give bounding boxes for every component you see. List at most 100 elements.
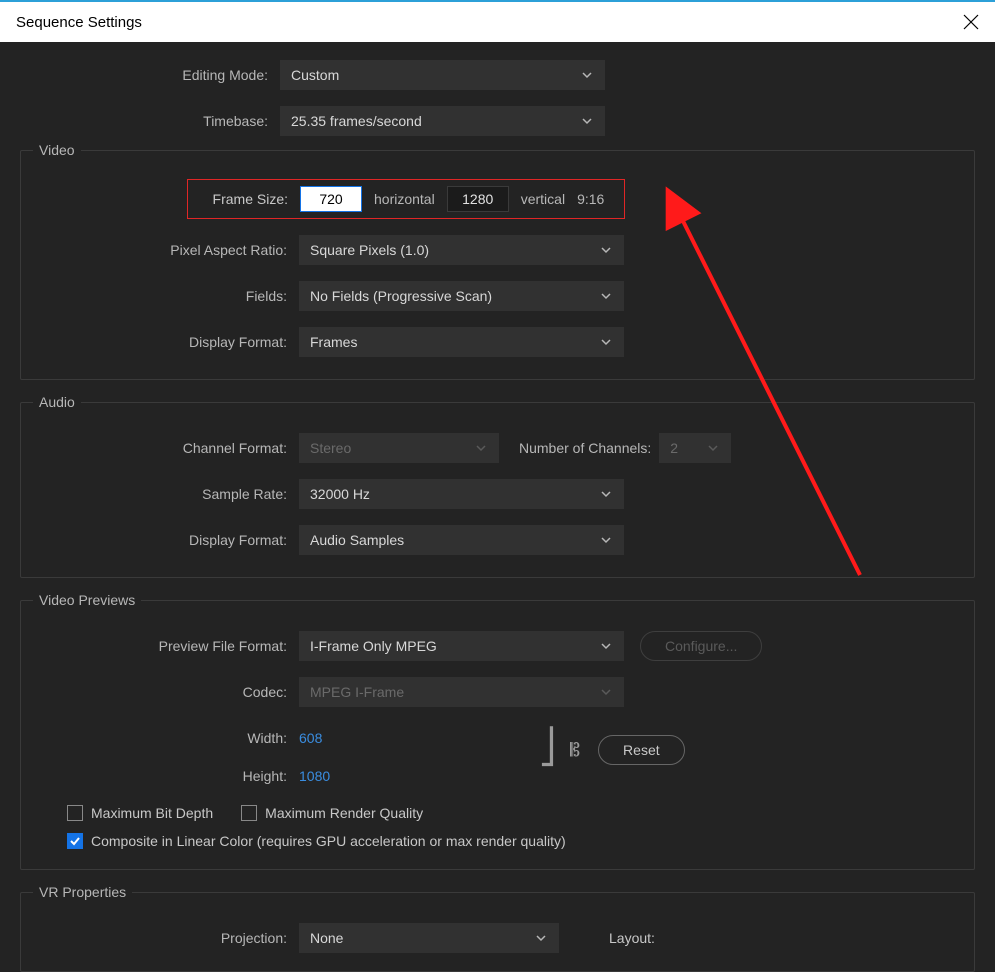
chevron-down-icon bbox=[599, 289, 613, 303]
link-icon[interactable]: 𝄡 bbox=[570, 740, 580, 761]
max-bit-depth-checkbox[interactable]: Maximum Bit Depth bbox=[67, 805, 213, 821]
codec-row: Codec: MPEG I-Frame bbox=[39, 675, 956, 709]
checkbox-checked-icon bbox=[67, 833, 83, 849]
par-value: Square Pixels (1.0) bbox=[310, 242, 429, 258]
audio-display-format-value: Audio Samples bbox=[310, 532, 404, 548]
max-render-quality-label: Maximum Render Quality bbox=[265, 805, 423, 821]
window-title: Sequence Settings bbox=[16, 14, 142, 31]
vr-group-title: VR Properties bbox=[33, 884, 132, 900]
checkbox-icon bbox=[67, 805, 83, 821]
codec-value: MPEG I-Frame bbox=[310, 684, 404, 700]
preview-file-format-select[interactable]: I-Frame Only MPEG bbox=[299, 631, 624, 661]
chevron-down-icon bbox=[706, 441, 720, 455]
audio-group: Audio Channel Format: Stereo Number of C… bbox=[20, 402, 975, 578]
max-checkboxes-row: Maximum Bit Depth Maximum Render Quality bbox=[39, 805, 956, 821]
projection-label: Projection: bbox=[39, 930, 299, 946]
num-channels-label: Number of Channels: bbox=[519, 440, 651, 456]
editing-mode-value: Custom bbox=[291, 67, 339, 83]
chevron-down-icon bbox=[534, 931, 548, 945]
preview-file-format-row: Preview File Format: I-Frame Only MPEG C… bbox=[39, 629, 956, 663]
composite-row: Composite in Linear Color (requires GPU … bbox=[39, 833, 956, 849]
vertical-label: vertical bbox=[521, 191, 565, 207]
configure-button: Configure... bbox=[640, 631, 762, 661]
par-select[interactable]: Square Pixels (1.0) bbox=[299, 235, 624, 265]
sample-rate-row: Sample Rate: 32000 Hz bbox=[39, 477, 956, 511]
chevron-down-icon bbox=[580, 114, 594, 128]
frame-width-input[interactable] bbox=[300, 186, 362, 212]
chevron-down-icon bbox=[474, 441, 488, 455]
chevron-down-icon bbox=[599, 639, 613, 653]
layout-label: Layout: bbox=[609, 930, 655, 946]
par-label: Pixel Aspect Ratio: bbox=[39, 242, 299, 258]
frame-height-input[interactable] bbox=[447, 186, 509, 212]
par-row: Pixel Aspect Ratio: Square Pixels (1.0) bbox=[39, 233, 956, 267]
audio-display-format-row: Display Format: Audio Samples bbox=[39, 523, 956, 557]
chevron-down-icon bbox=[599, 487, 613, 501]
projection-value: None bbox=[310, 930, 343, 946]
video-display-format-select[interactable]: Frames bbox=[299, 327, 624, 357]
frame-size-row: Frame Size: horizontal vertical 9:16 bbox=[39, 179, 956, 219]
channel-format-select: Stereo bbox=[299, 433, 499, 463]
video-previews-title: Video Previews bbox=[33, 592, 141, 608]
preview-height-value[interactable]: 1080 bbox=[299, 768, 330, 784]
preview-height-label: Height: bbox=[39, 768, 299, 784]
checkbox-icon bbox=[241, 805, 257, 821]
fields-select[interactable]: No Fields (Progressive Scan) bbox=[299, 281, 624, 311]
chevron-down-icon bbox=[599, 533, 613, 547]
sample-rate-value: 32000 Hz bbox=[310, 486, 370, 502]
audio-display-format-select[interactable]: Audio Samples bbox=[299, 525, 624, 555]
bracket-icon: ⎦ bbox=[539, 740, 564, 760]
vr-group: VR Properties Projection: None Layout: bbox=[20, 892, 975, 972]
preview-width-row: Width: 608 bbox=[39, 721, 956, 755]
editing-mode-select[interactable]: Custom bbox=[280, 60, 605, 90]
preview-height-row: Height: 1080 ⎦ 𝄡 Reset bbox=[39, 759, 956, 793]
max-render-quality-checkbox[interactable]: Maximum Render Quality bbox=[241, 805, 423, 821]
fields-row: Fields: No Fields (Progressive Scan) bbox=[39, 279, 956, 313]
preview-file-format-value: I-Frame Only MPEG bbox=[310, 638, 437, 654]
channel-format-label: Channel Format: bbox=[39, 440, 299, 456]
video-display-format-value: Frames bbox=[310, 334, 357, 350]
num-channels-select: 2 bbox=[659, 433, 731, 463]
projection-select[interactable]: None bbox=[299, 923, 559, 953]
channel-format-value: Stereo bbox=[310, 440, 351, 456]
close-icon bbox=[963, 14, 979, 30]
fields-label: Fields: bbox=[39, 288, 299, 304]
preview-width-value[interactable]: 608 bbox=[299, 730, 322, 746]
video-previews-group: Video Previews Preview File Format: I-Fr… bbox=[20, 600, 975, 870]
close-button[interactable] bbox=[963, 14, 979, 30]
composite-label: Composite in Linear Color (requires GPU … bbox=[91, 833, 566, 849]
video-display-format-row: Display Format: Frames bbox=[39, 325, 956, 359]
timebase-select[interactable]: 25.35 frames/second bbox=[280, 106, 605, 136]
preview-width-label: Width: bbox=[39, 730, 299, 746]
editing-mode-label: Editing Mode: bbox=[20, 67, 280, 83]
chevron-down-icon bbox=[580, 68, 594, 82]
audio-display-format-label: Display Format: bbox=[39, 532, 299, 548]
frame-size-label: Frame Size: bbox=[188, 191, 300, 207]
composite-checkbox[interactable]: Composite in Linear Color (requires GPU … bbox=[67, 833, 566, 849]
sample-rate-select[interactable]: 32000 Hz bbox=[299, 479, 624, 509]
reset-button[interactable]: Reset bbox=[598, 735, 685, 765]
timebase-label: Timebase: bbox=[20, 113, 280, 129]
chevron-down-icon bbox=[599, 685, 613, 699]
video-display-format-label: Display Format: bbox=[39, 334, 299, 350]
timebase-row: Timebase: 25.35 frames/second bbox=[20, 104, 975, 138]
num-channels-value: 2 bbox=[670, 440, 678, 456]
chevron-down-icon bbox=[599, 335, 613, 349]
dialog-content: Editing Mode: Custom Timebase: 25.35 fra… bbox=[0, 42, 995, 972]
fields-value: No Fields (Progressive Scan) bbox=[310, 288, 492, 304]
audio-group-title: Audio bbox=[33, 394, 81, 410]
titlebar: Sequence Settings bbox=[0, 0, 995, 42]
video-group: Video Frame Size: horizontal vertical 9:… bbox=[20, 150, 975, 380]
channel-format-row: Channel Format: Stereo Number of Channel… bbox=[39, 431, 956, 465]
preview-file-format-label: Preview File Format: bbox=[39, 638, 299, 654]
projection-row: Projection: None Layout: bbox=[39, 921, 956, 955]
max-bit-depth-label: Maximum Bit Depth bbox=[91, 805, 213, 821]
chevron-down-icon bbox=[599, 243, 613, 257]
frame-size-highlight: Frame Size: horizontal vertical 9:16 bbox=[187, 179, 625, 219]
codec-label: Codec: bbox=[39, 684, 299, 700]
horizontal-label: horizontal bbox=[374, 191, 435, 207]
video-group-title: Video bbox=[33, 142, 81, 158]
sample-rate-label: Sample Rate: bbox=[39, 486, 299, 502]
codec-select: MPEG I-Frame bbox=[299, 677, 624, 707]
editing-mode-row: Editing Mode: Custom bbox=[20, 58, 975, 92]
